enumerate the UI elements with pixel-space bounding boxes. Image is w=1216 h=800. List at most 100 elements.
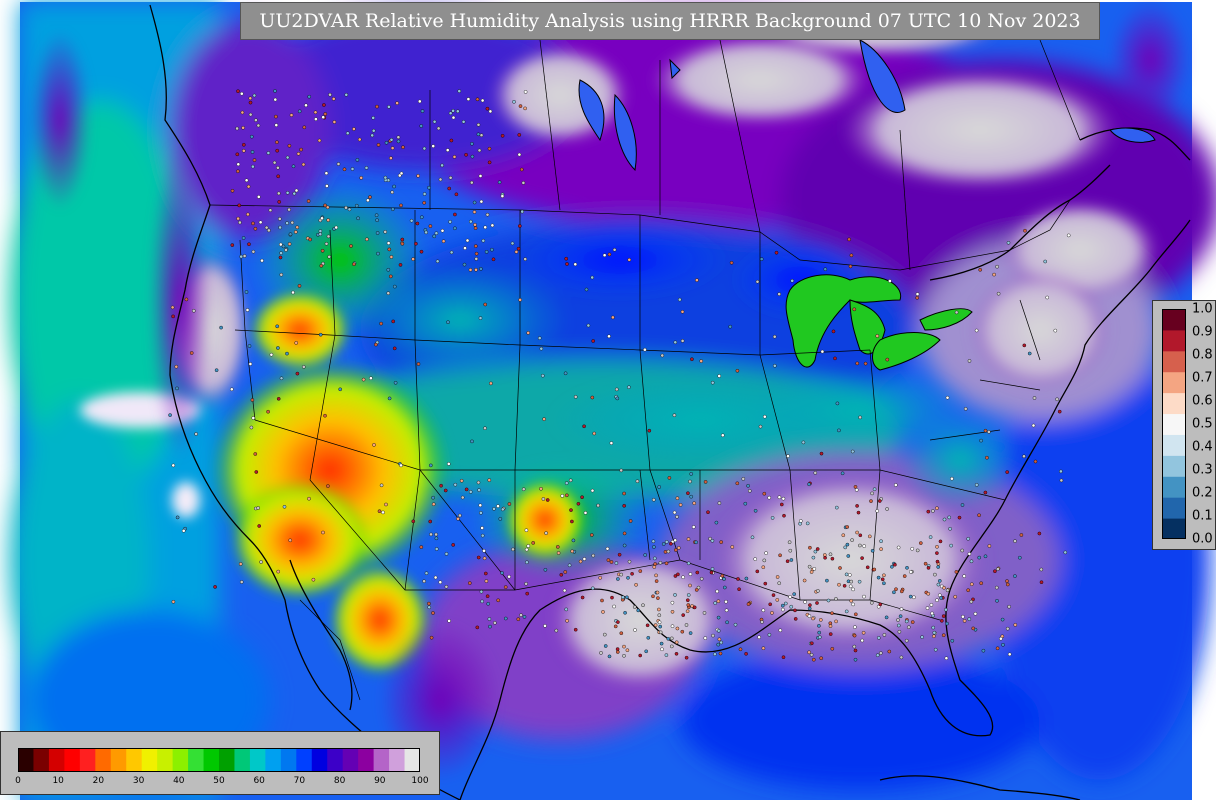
station-dot xyxy=(1055,397,1059,402)
station-dot xyxy=(345,131,350,135)
station-dot xyxy=(673,593,677,597)
station-dot xyxy=(817,630,822,635)
station-dot xyxy=(387,105,391,109)
station-dot xyxy=(656,596,660,600)
station-dot xyxy=(239,580,244,584)
station-dot xyxy=(971,626,976,631)
map-title: UU2DVAR Relative Humidity Analysis using… xyxy=(259,10,1081,32)
horizontal-colorbar xyxy=(18,748,420,772)
hcolorbar-swatch xyxy=(188,748,205,772)
station-dot xyxy=(768,602,773,607)
station-dot xyxy=(485,212,490,217)
station-dot xyxy=(259,560,263,564)
station-dot xyxy=(876,575,881,580)
station-dot xyxy=(517,152,522,157)
station-dot xyxy=(252,93,257,98)
station-dot xyxy=(322,103,326,107)
station-dot xyxy=(242,254,247,258)
station-dot xyxy=(245,308,250,312)
station-dot xyxy=(236,169,240,174)
station-dot xyxy=(686,603,691,607)
station-dot xyxy=(714,520,719,525)
station-dot xyxy=(445,148,450,152)
station-dot xyxy=(932,630,937,635)
station-dot xyxy=(626,576,630,580)
station-dot xyxy=(498,517,503,521)
station-dot xyxy=(607,252,612,257)
station-dot xyxy=(792,592,797,596)
station-dot xyxy=(1007,652,1012,657)
station-dot xyxy=(985,455,989,460)
station-dot xyxy=(419,545,424,549)
station-dot xyxy=(479,589,484,594)
station-dot xyxy=(570,549,575,554)
station-dot xyxy=(565,262,569,266)
station-dot xyxy=(709,570,714,575)
station-dot xyxy=(910,620,915,624)
station-dot xyxy=(349,244,353,248)
station-dot xyxy=(525,591,530,596)
station-dot xyxy=(852,644,857,649)
station-dot xyxy=(239,91,244,96)
station-dot xyxy=(241,236,246,240)
station-dot xyxy=(717,374,722,378)
station-dot xyxy=(716,615,721,620)
station-dot xyxy=(781,607,785,612)
station-dot xyxy=(292,191,297,196)
station-dot xyxy=(464,487,469,492)
station-dot xyxy=(686,593,691,597)
station-dot xyxy=(651,594,655,599)
station-dot xyxy=(962,619,967,623)
station-dot xyxy=(256,195,261,199)
station-dot xyxy=(285,190,290,195)
station-dot xyxy=(490,247,494,252)
station-dot xyxy=(628,519,633,523)
station-dot xyxy=(507,502,512,506)
station-dot xyxy=(432,119,437,124)
station-dot xyxy=(297,109,302,114)
station-dot xyxy=(702,611,707,615)
station-dot xyxy=(582,424,586,429)
station-dot xyxy=(1005,470,1010,474)
hcolorbar-tick-label: 80 xyxy=(333,776,346,786)
station-dot xyxy=(690,357,694,362)
station-dot xyxy=(434,536,439,541)
station-dot xyxy=(272,160,277,165)
station-dot xyxy=(484,250,489,254)
station-dot xyxy=(861,631,866,635)
station-dot xyxy=(291,290,295,295)
station-dot xyxy=(454,192,459,197)
station-dot xyxy=(854,488,859,492)
station-dot xyxy=(1039,580,1044,585)
station-dot xyxy=(599,651,603,655)
station-dot xyxy=(823,267,828,272)
station-dot xyxy=(996,567,1000,571)
station-dot xyxy=(948,527,952,531)
station-dot xyxy=(860,556,864,560)
station-dot xyxy=(641,603,645,608)
station-dot xyxy=(414,241,418,246)
station-dot xyxy=(476,123,481,127)
station-dot xyxy=(966,588,971,593)
station-dot xyxy=(487,478,492,482)
station-dot xyxy=(983,490,988,495)
station-dot xyxy=(518,104,523,108)
station-dot xyxy=(580,495,584,500)
station-dot xyxy=(828,624,833,628)
station-dot xyxy=(522,615,527,619)
station-dot xyxy=(419,215,424,219)
station-dot xyxy=(1063,550,1068,555)
station-dot xyxy=(427,601,431,606)
station-dot xyxy=(250,398,255,402)
station-dot xyxy=(936,565,941,569)
station-dot xyxy=(563,371,568,376)
station-dot xyxy=(433,575,438,580)
station-dot xyxy=(518,224,522,228)
station-dot xyxy=(470,439,474,444)
vcolorbar-tick-label: 0.8 xyxy=(1192,347,1213,363)
vcolorbar-swatch xyxy=(1162,518,1186,539)
station-dot xyxy=(619,468,624,473)
station-dot xyxy=(230,243,235,247)
station-dot xyxy=(470,154,475,159)
station-dot xyxy=(893,562,897,567)
